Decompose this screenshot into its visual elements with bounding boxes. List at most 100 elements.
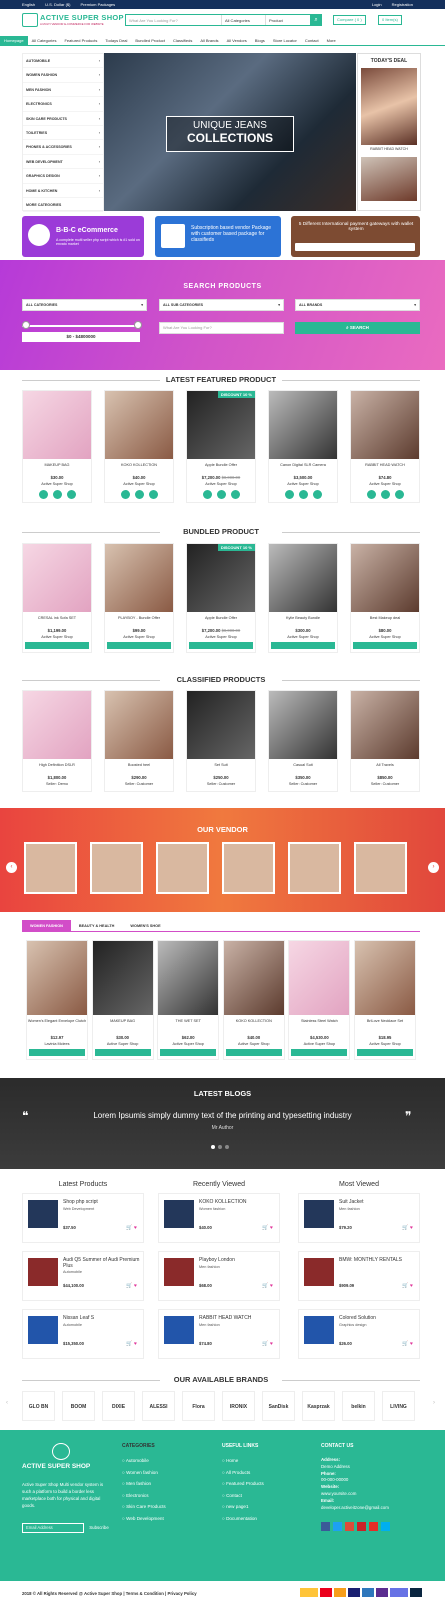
product-thumb[interactable] (304, 1200, 334, 1228)
add-to-cart-button[interactable] (271, 642, 335, 649)
footer-category-link[interactable]: ○ Electronics (122, 1493, 166, 1505)
product-card[interactable]: Boosted heel $290.00 Seller: Customer (104, 690, 174, 792)
product-name[interactable]: PLAYBOY - Bundle Offer (105, 616, 173, 622)
product-name[interactable]: Colored Solution (339, 1315, 417, 1322)
product-thumb[interactable] (304, 1258, 334, 1286)
website-value[interactable]: www.yoursite.com (321, 1491, 389, 1498)
product-card[interactable]: Casual Suit $350.00 Seller: Customer (268, 690, 338, 792)
tab-womens-shoe[interactable]: WOMEN'S SHOE (122, 920, 168, 932)
side-product[interactable]: Audi Q5 Summer of Audi Premium Plus Autom… (22, 1251, 144, 1301)
cart-icon[interactable] (284, 490, 294, 499)
footer-useful-link[interactable]: ○ Home (222, 1458, 264, 1470)
heart-icon[interactable]: ♥ (410, 1225, 413, 1231)
product-name[interactable]: Apple Bundle Offer (187, 616, 255, 622)
product-name[interactable]: Nissan Leaf S (63, 1315, 141, 1322)
product-card[interactable]: KOKO KOLLECTION $40.00 Active Super Shop (222, 940, 285, 1060)
currency-selector[interactable]: U.S. Dollar ($) (45, 2, 70, 7)
logo[interactable]: ACTIVE SUPER SHOP (40, 13, 124, 22)
brand-select[interactable]: ALL BRANDS ▾ (295, 299, 420, 311)
price-slider-min-handle[interactable] (22, 321, 30, 329)
wishlist-icon[interactable] (66, 490, 76, 499)
compare-icon[interactable] (298, 490, 308, 499)
nav-item[interactable]: Store Locator (269, 36, 301, 45)
heart-icon[interactable]: ♥ (410, 1283, 413, 1289)
product-name[interactable]: Women's Elegant Envelope Clutch (27, 1019, 87, 1029)
premium-packages-link[interactable]: Premium Packages (80, 2, 115, 7)
product-card[interactable]: Women's Elegant Envelope Clutch $12.97 Lav… (26, 940, 88, 1060)
search-type-select[interactable]: Product (266, 15, 310, 25)
language-selector[interactable]: English (22, 2, 35, 7)
product-thumb[interactable] (28, 1316, 58, 1344)
nav-item[interactable]: More (323, 36, 340, 45)
nav-item[interactable]: Bundled Product (131, 36, 169, 45)
brand-logo[interactable]: DIXIE (102, 1391, 135, 1421)
footer-category-link[interactable]: ○ Women fashion (122, 1470, 166, 1482)
product-thumb[interactable] (28, 1200, 58, 1228)
heart-icon[interactable]: ♥ (134, 1225, 137, 1231)
product-name[interactable]: BMW: MONTHLY RENTALS (339, 1257, 417, 1264)
product-image[interactable] (187, 691, 255, 759)
vendor-avatar[interactable] (90, 842, 143, 894)
blog-dot[interactable] (218, 1145, 222, 1149)
product-image[interactable] (269, 691, 337, 759)
nav-item[interactable]: All Vendors (223, 36, 251, 45)
product-name[interactable]: BriLove Necklace Set (355, 1019, 415, 1029)
add-to-cart-button[interactable] (356, 1049, 413, 1056)
footer-category-link[interactable]: ○ Men fashion (122, 1481, 166, 1493)
product-name[interactable]: Best Makeup deal (351, 616, 419, 622)
nav-item[interactable]: Todays Deal (101, 36, 131, 45)
brand-logo[interactable]: Flora (182, 1391, 215, 1421)
category-item[interactable]: HOME & KITCHEN › (23, 184, 103, 198)
side-product[interactable]: Suit Jacket Men fashion $79.20 🛒 ♥ (298, 1193, 420, 1243)
product-card[interactable]: DISCOUNT 10 % Apple Bundle Offer $7,200.00… (186, 543, 256, 653)
category-item[interactable]: PHONES & ACCESSORIES › (23, 140, 103, 155)
add-to-cart-button[interactable] (25, 642, 89, 649)
product-image[interactable] (23, 391, 91, 459)
nav-item[interactable]: Homepage (0, 36, 28, 45)
brand-logo[interactable]: BOOM (62, 1391, 95, 1421)
product-name[interactable]: CRESAL ink Sofa SET (23, 616, 91, 622)
product-card[interactable]: BriLove Necklace Set $18.95 Active Super S… (353, 940, 416, 1060)
product-thumb[interactable] (164, 1200, 194, 1228)
product-card[interactable]: CRESAL ink Sofa SET $1,199.00 Active Super… (22, 543, 92, 653)
product-name[interactable]: Suit Jacket (339, 1199, 417, 1206)
product-name[interactable]: KOKO KOLLECTION (224, 1019, 284, 1029)
price-slider[interactable] (22, 325, 140, 327)
blog-dot[interactable] (225, 1145, 229, 1149)
vendor-avatar[interactable] (354, 842, 407, 894)
cart-icon[interactable]: 🛒 (126, 1283, 134, 1289)
banner-bbc[interactable]: B-B-C eCommerce A complete multi seller … (22, 216, 144, 257)
vendor-avatar[interactable] (222, 842, 275, 894)
search-category-select[interactable]: All Categories (222, 15, 266, 25)
deal-image[interactable] (361, 68, 417, 145)
blog-text[interactable]: Lorem Ipsumis simply dummy text of the p… (0, 1111, 445, 1120)
product-image[interactable] (105, 544, 173, 612)
deal-item-name[interactable]: RABBIT HEAD WATCH (358, 147, 420, 151)
brand-logo[interactable]: IRONIX (222, 1391, 255, 1421)
cart-icon[interactable] (202, 490, 212, 499)
product-image[interactable] (351, 691, 419, 759)
product-name[interactable]: Shop php script (63, 1199, 141, 1206)
product-card[interactable]: KOKO KOLLECTION $40.00 Active Super Shop (104, 390, 174, 503)
product-image[interactable] (92, 941, 153, 1015)
side-product[interactable]: Nissan Leaf S Automobile $15,350.00 🛒 ♥ (22, 1309, 144, 1359)
blog-dot[interactable] (211, 1145, 215, 1149)
add-to-cart-button[interactable] (353, 642, 417, 649)
wishlist-icon[interactable] (312, 490, 322, 499)
vendor-prev-arrow[interactable]: ‹ (6, 862, 17, 873)
product-card[interactable]: RABBIT HEAD WATCH $74.80 Active Super Shop (350, 390, 420, 503)
product-card[interactable]: THE WET SET $62.00 Active Super Shop (157, 940, 220, 1060)
nav-item[interactable]: Featured Products (60, 36, 101, 45)
vendor-avatar[interactable] (156, 842, 209, 894)
product-name[interactable]: RABBIT HEAD WATCH (199, 1315, 277, 1322)
keyword-input[interactable]: What Are You Looking For? (159, 322, 284, 334)
product-name[interactable]: Casual Suit (269, 763, 337, 769)
category-item[interactable]: AUTOMOBILE › (23, 54, 103, 69)
product-name[interactable]: MAKEUP BAG (23, 463, 91, 469)
category-item[interactable]: MEN FASHION › (23, 83, 103, 98)
brand-logo[interactable]: GLO BN (22, 1391, 55, 1421)
heart-icon[interactable]: ♥ (410, 1341, 413, 1347)
category-item[interactable]: SKIN CARE PRODUCTS › (23, 112, 103, 126)
product-card[interactable]: MAKEUP BAG $30.00 Active Super Shop (91, 940, 154, 1060)
pinterest-icon[interactable] (357, 1522, 366, 1531)
